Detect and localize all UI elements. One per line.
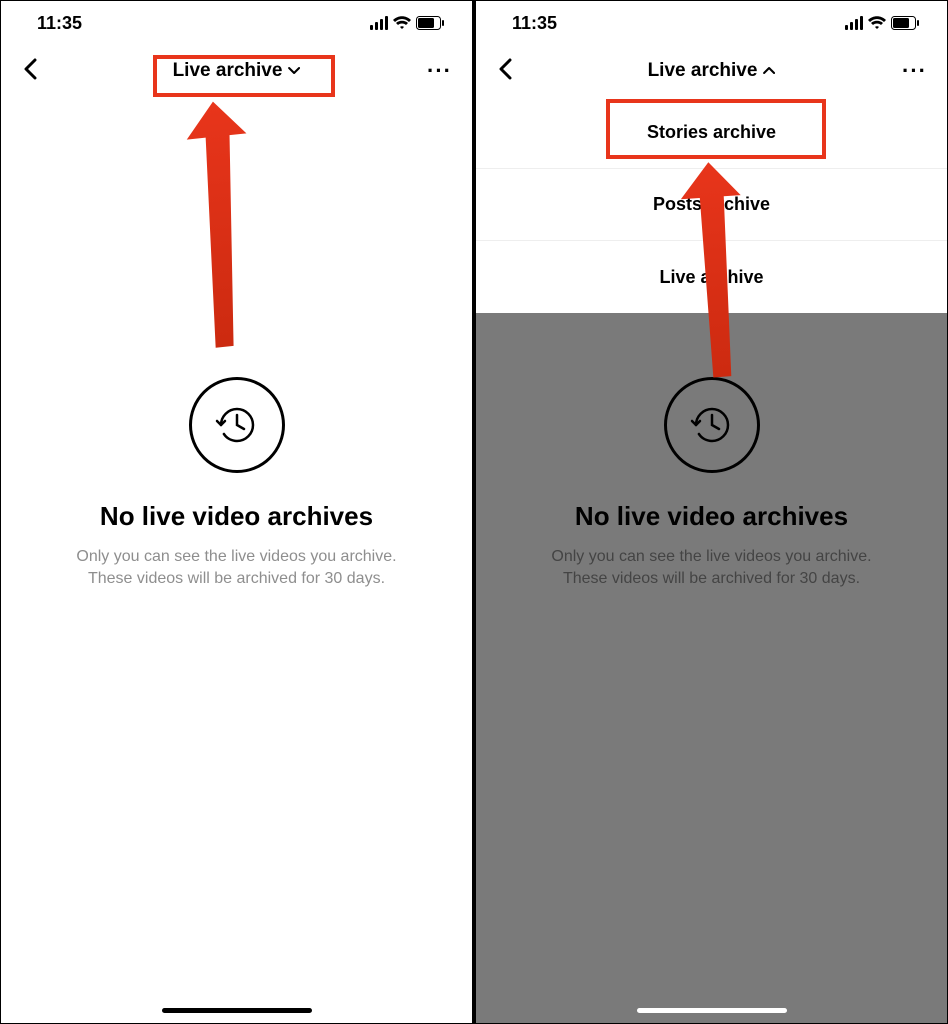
archive-type-dropdown-menu: Stories archive Posts archive Live archi… xyxy=(476,97,947,313)
battery-icon xyxy=(891,16,919,30)
chevron-down-icon xyxy=(288,65,300,77)
more-options-button[interactable]: ··· xyxy=(896,52,933,90)
chevron-left-icon xyxy=(23,58,37,80)
status-bar: 11:35 xyxy=(476,1,947,45)
history-icon xyxy=(189,377,285,473)
status-bar: 11:35 xyxy=(1,1,472,45)
archive-type-dropdown-button[interactable]: Live archive xyxy=(634,54,790,88)
header-title: Live archive xyxy=(173,60,283,82)
dropdown-item-posts-archive[interactable]: Posts archive xyxy=(476,169,947,241)
phone-screenshot-left: 11:35 Live archive ··· No live video xyxy=(0,0,473,1024)
back-button[interactable] xyxy=(15,49,45,93)
more-options-button[interactable]: ··· xyxy=(421,52,458,90)
wifi-icon xyxy=(393,16,411,30)
back-button[interactable] xyxy=(490,49,520,93)
nav-header: Live archive ··· xyxy=(476,45,947,97)
archive-type-dropdown-button[interactable]: Live archive xyxy=(159,54,315,88)
modal-overlay[interactable] xyxy=(476,313,947,1024)
header-title: Live archive xyxy=(648,60,758,82)
empty-state-subtitle: Only you can see the live videos you arc… xyxy=(76,546,396,591)
chevron-up-icon xyxy=(763,65,775,77)
phone-screenshot-right: 11:35 Live archive ··· Stories archive P… xyxy=(475,0,948,1024)
nav-header: Live archive ··· xyxy=(1,45,472,97)
home-indicator[interactable] xyxy=(162,1008,312,1013)
status-icons xyxy=(845,16,919,30)
dropdown-item-stories-archive[interactable]: Stories archive xyxy=(476,97,947,169)
empty-state: No live video archives Only you can see … xyxy=(1,377,472,591)
battery-icon xyxy=(416,16,444,30)
status-icons xyxy=(370,16,444,30)
content-area: No live video archives Only you can see … xyxy=(1,97,472,1024)
home-indicator[interactable] xyxy=(637,1008,787,1013)
status-time: 11:35 xyxy=(512,13,557,34)
dropdown-item-live-archive[interactable]: Live archive xyxy=(476,241,947,313)
chevron-left-icon xyxy=(498,58,512,80)
signal-icon xyxy=(370,16,388,30)
status-time: 11:35 xyxy=(37,13,82,34)
signal-icon xyxy=(845,16,863,30)
empty-state-title: No live video archives xyxy=(100,501,373,532)
wifi-icon xyxy=(868,16,886,30)
